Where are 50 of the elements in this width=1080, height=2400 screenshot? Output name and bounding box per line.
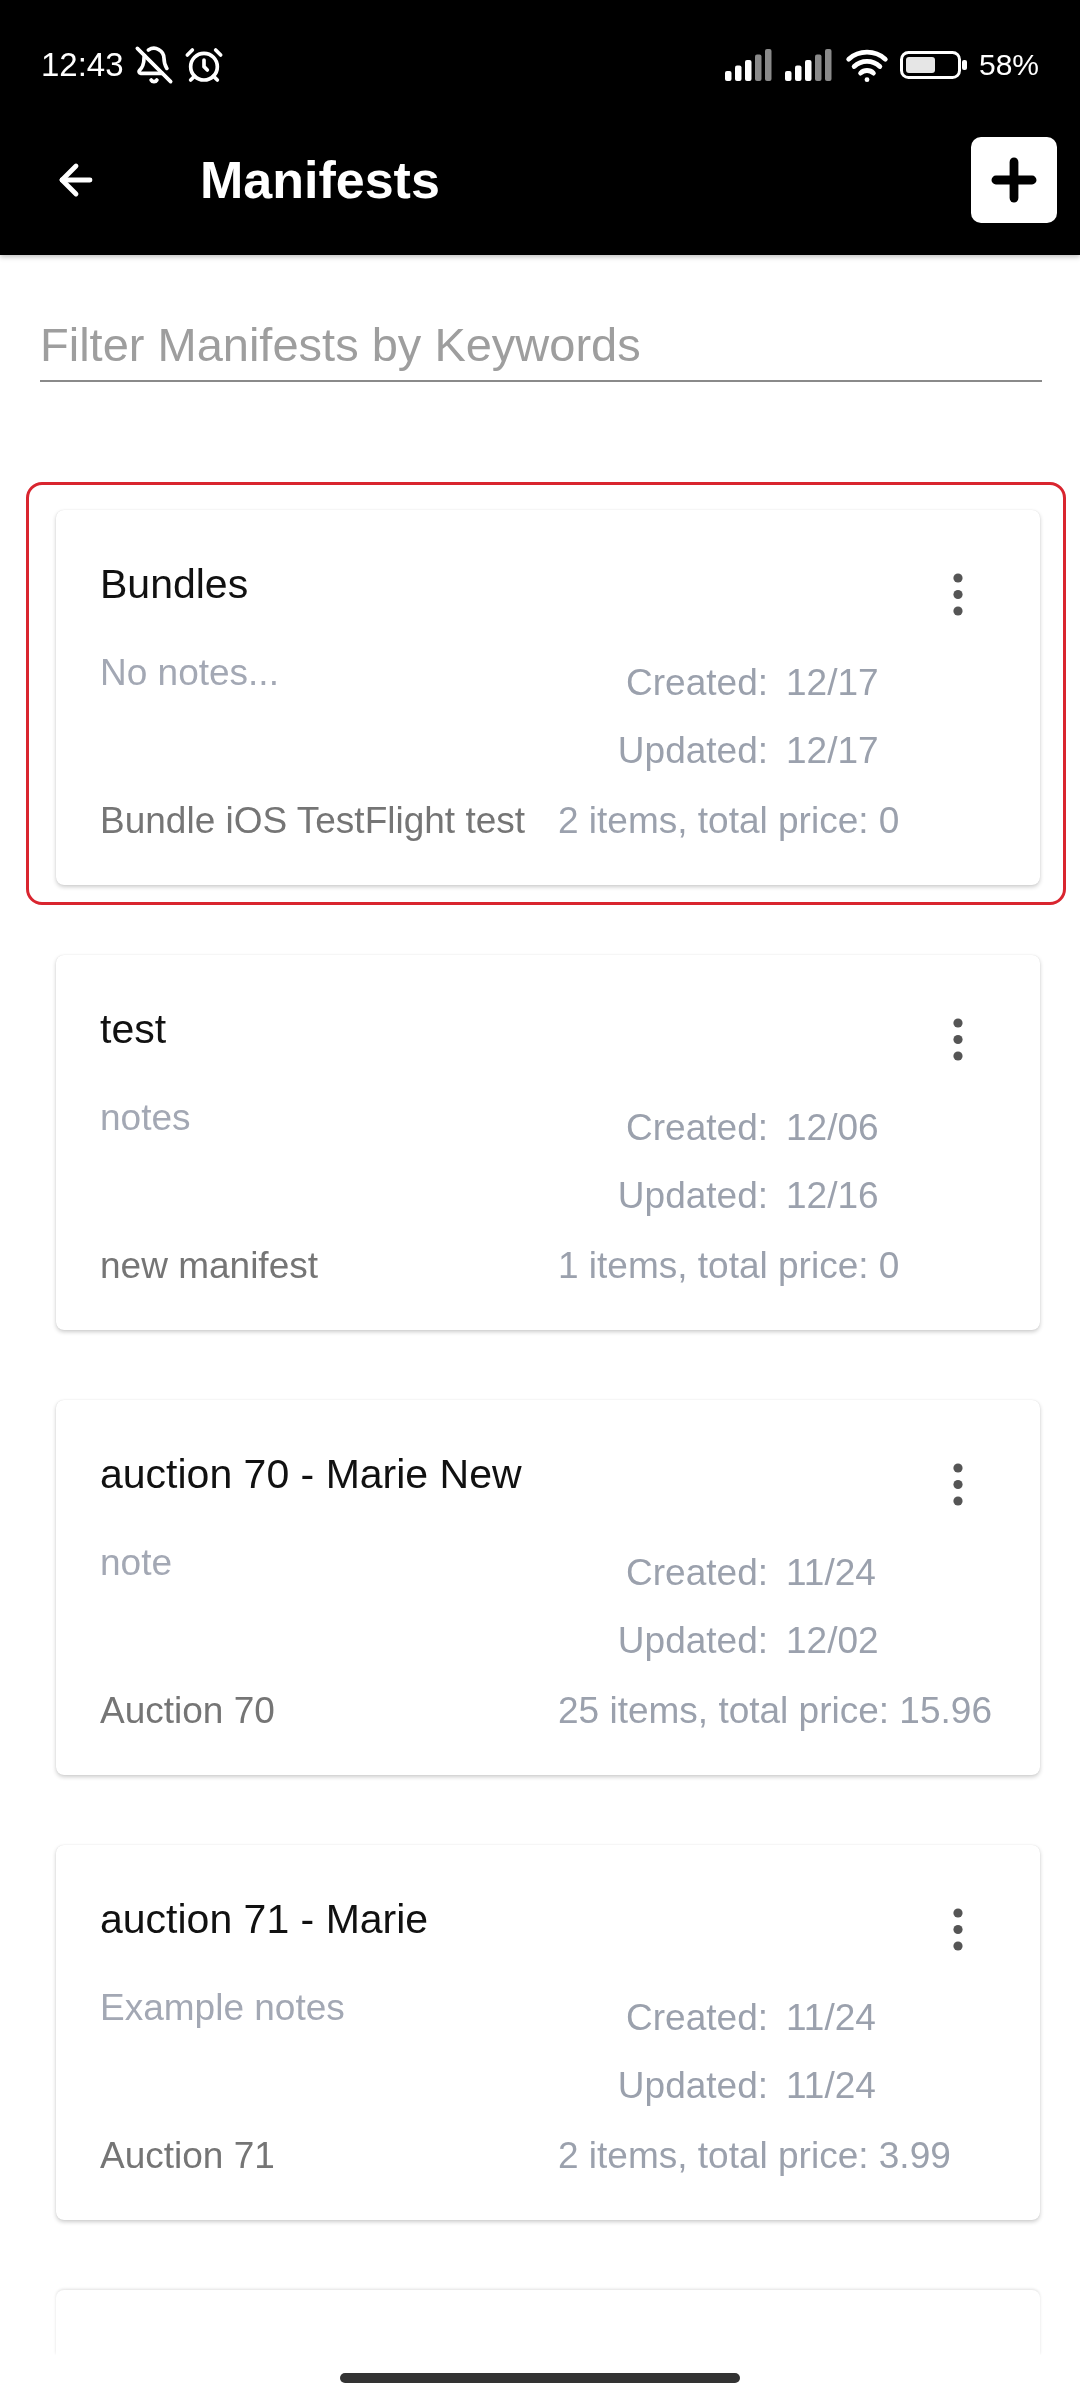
battery-icon bbox=[899, 51, 968, 79]
date-label: Updated: bbox=[616, 1174, 768, 1218]
manifest-title: auction 71 - Marie bbox=[100, 1895, 429, 1943]
date-label: Created: bbox=[625, 1106, 768, 1150]
add-button[interactable] bbox=[971, 136, 1057, 223]
date-label: Created: bbox=[625, 1996, 768, 2040]
manifest-title: test bbox=[100, 1005, 167, 1053]
signal-icon bbox=[784, 49, 834, 81]
manifest-list-item[interactable]: Bundles No notes... Created: 12/17 Updated: 12/17 Bundle iOS TestFlight test 2 items, total price: 0 bbox=[26, 482, 1066, 905]
more-options-icon[interactable] bbox=[953, 1908, 963, 1951]
manifest-notes: No notes... bbox=[100, 651, 280, 695]
manifest-summary: 25 items, total price: 15.96 bbox=[558, 1689, 992, 1733]
more-options-icon[interactable] bbox=[953, 573, 963, 616]
manifest-summary: 1 items, total price: 0 bbox=[558, 1244, 900, 1288]
date-value: 12/02 bbox=[786, 1619, 879, 1663]
date-value: 11/24 bbox=[786, 2064, 876, 2108]
date-label: Updated: bbox=[616, 2064, 768, 2108]
manifest-notes: notes bbox=[100, 1096, 192, 1140]
alarm-clock-icon bbox=[183, 45, 224, 85]
date-value: 12/16 bbox=[786, 1174, 879, 1218]
manifest-title: auction 70 - Marie New bbox=[100, 1450, 522, 1498]
manifest-title: Bundles bbox=[100, 560, 249, 608]
manifest-list-item[interactable]: auction 71 - Marie Example notes Created: 11/24 Updated: 11/24 Auction 71 2 items, total price: 3.99 bbox=[26, 1817, 1066, 2240]
status-time: 12:43 bbox=[41, 45, 124, 85]
date-value: 12/17 bbox=[786, 661, 879, 705]
date-value: 11/24 bbox=[786, 1996, 876, 2040]
manifest-summary: 2 items, total price: 3.99 bbox=[558, 2134, 951, 2178]
battery-percent: 58% bbox=[978, 47, 1039, 83]
muted-bell-icon bbox=[133, 45, 174, 85]
manifest-description: new manifest bbox=[100, 1244, 319, 1288]
manifest-summary: 2 items, total price: 0 bbox=[558, 799, 900, 843]
manifest-notes: note bbox=[100, 1541, 173, 1585]
signal-icon bbox=[724, 49, 774, 81]
manifest-description: Auction 70 bbox=[100, 1689, 276, 1733]
manifest-description: Auction 71 bbox=[100, 2134, 276, 2178]
page-title: Manifests bbox=[200, 149, 440, 211]
manifest-list-item[interactable]: test notes Created: 12/06 Updated: 12/16 new manifest 1 items, total price: 0 bbox=[26, 927, 1066, 1350]
date-label: Updated: bbox=[616, 729, 768, 773]
manifest-list-item[interactable]: auction 70 - Marie New note Created: 11/24 Updated: 12/02 Auction 70 25 items, total price: 15.96 bbox=[26, 1372, 1066, 1795]
date-value: 11/24 bbox=[786, 1551, 877, 1595]
date-label: Created: bbox=[625, 1551, 768, 1595]
date-value: 12/17 bbox=[786, 729, 879, 773]
more-options-icon[interactable] bbox=[953, 1463, 963, 1506]
date-label: Updated: bbox=[616, 1619, 768, 1663]
date-value: 12/06 bbox=[786, 1106, 879, 1150]
date-label: Created: bbox=[625, 661, 768, 705]
manifest-notes: Example notes bbox=[100, 1986, 346, 2030]
more-options-icon[interactable] bbox=[953, 1018, 963, 1061]
filter-field[interactable]: Filter Manifests by Keywords bbox=[40, 316, 1042, 382]
manifest-description: Bundle iOS TestFlight test bbox=[100, 799, 527, 843]
